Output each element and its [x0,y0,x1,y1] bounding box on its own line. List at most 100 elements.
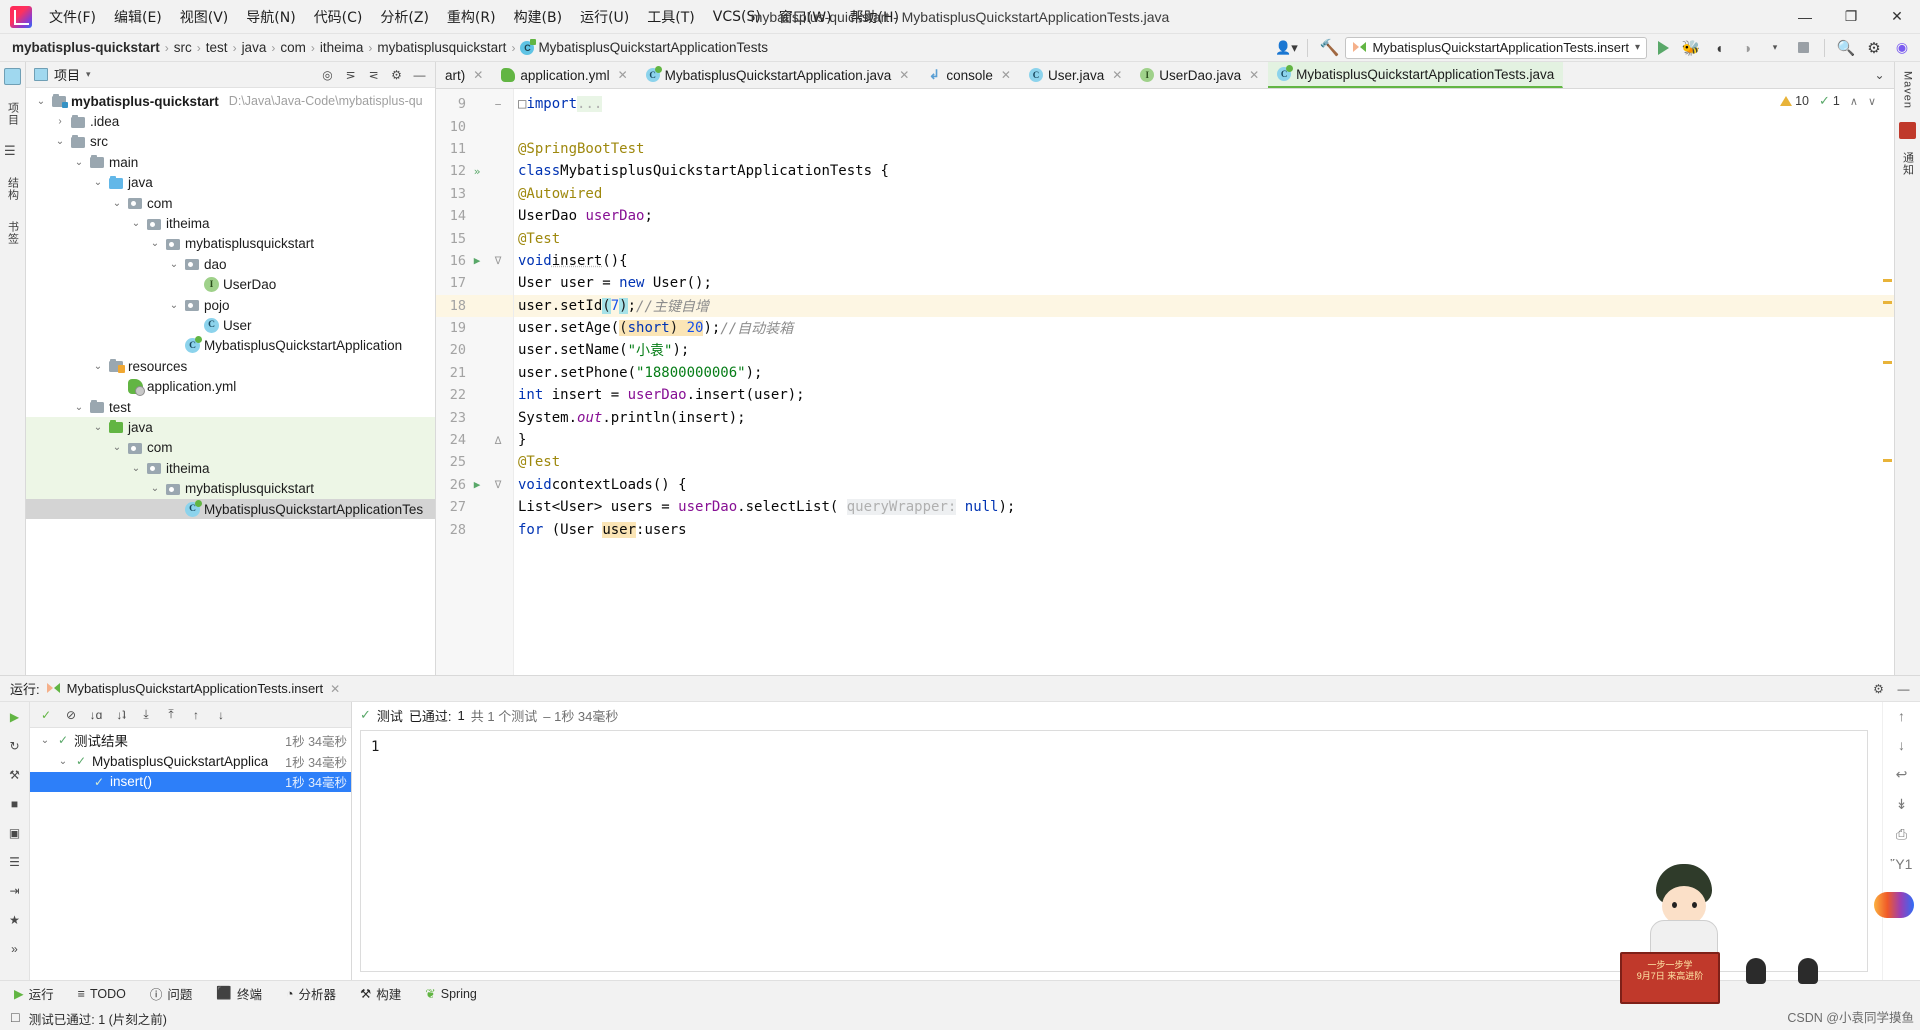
chevron-down-icon[interactable]: ⌄ [72,402,86,413]
test-tree-row[interactable]: ⌄ ✓ 测试结果 1秒 34毫秒 [30,730,351,751]
gutter-line[interactable]: 28 [436,518,513,540]
chevron-down-icon[interactable]: ⌄ [91,422,105,433]
gutter-line[interactable]: 20 [436,339,513,361]
tree-node[interactable]: ⌄ mybatisplusquickstart [26,478,435,499]
code-fold-icon[interactable]: − [488,98,508,111]
tree-node[interactable]: ⌄ pojo [26,295,435,315]
print-icon[interactable]: ⎙ [1896,826,1907,843]
tree-node[interactable]: ⌄ resources [26,356,435,376]
chevron-down-icon[interactable]: ⌄ [110,442,124,453]
editor-tab[interactable]: I UserDao.java ✕ [1131,62,1268,88]
chevron-down-icon[interactable]: ⌄ [129,218,143,229]
warning-count-group[interactable]: 10 [1780,94,1809,108]
tree-node[interactable]: ⌄ dao [26,254,435,274]
export-icon[interactable]: ⇥ [4,881,26,901]
run-pane-config-name[interactable]: MybatisplusQuickstartApplicationTests.in… [67,681,324,696]
breadcrumb-project[interactable]: mybatisplus-quickstart [8,39,164,56]
editor-tab[interactable]: C User.java ✕ [1020,62,1131,88]
rail-label-notifications[interactable]: 通知 [1899,149,1917,179]
console-output[interactable]: 1 [360,730,1868,972]
code-line[interactable]: } [514,429,1894,451]
rerun-icon[interactable]: ▶ [4,707,26,727]
editor-tab[interactable]: C MybatisplusQuickstartApplication.java ✕ [637,62,919,88]
user-icon[interactable]: 👤▾ [1274,37,1298,59]
close-button[interactable]: ✕ [1874,0,1920,34]
code-line[interactable]: @Test [514,451,1894,473]
gutter-line[interactable]: 18 [436,294,513,317]
chevron-down-icon[interactable]: ⌄ [167,300,181,311]
sort-duration-icon[interactable]: ↓ʇ [110,705,132,725]
gutter-line[interactable]: 9− [436,93,513,115]
code-line[interactable]: List<User> users = userDao .selectList( q… [514,496,1894,518]
gutter-line[interactable]: 23 [436,406,513,428]
gutter-line[interactable]: 10 [436,115,513,137]
pane-settings-icon[interactable]: ⚙ [386,65,407,85]
stop-icon[interactable]: ■ [4,794,26,814]
search-everywhere-icon[interactable]: 🔍 [1834,37,1858,59]
menu-analyze[interactable]: 分析(Z) [371,3,438,31]
chevron-down-icon[interactable]: ⌄ [56,756,70,767]
menu-navigate[interactable]: 导航(N) [237,3,304,31]
bottom-tab-分析器[interactable]: ◔ 分析器 [282,982,340,1005]
rail-label-bookmarks[interactable]: 书签 [4,218,22,248]
menu-refactor[interactable]: 重构(R) [438,3,505,31]
tree-node[interactable]: · application.yml [26,376,435,397]
test-tree-row[interactable]: ⌄ ✓ MybatisplusQuickstartApplica 1秒 34毫秒 [30,751,351,772]
marker-stripe-warning[interactable] [1883,361,1892,364]
run-test-gutter-icon[interactable]: ▶ [466,254,488,267]
next-test-icon[interactable]: ↓ [210,705,232,725]
rerun-failed-icon[interactable]: ↻ [4,736,26,756]
scroll-to-end-icon[interactable]: ↡ [1896,796,1908,813]
inspection-widget[interactable]: 10 ✓ 1 ∧ ∨ [1780,93,1876,109]
gutter-line[interactable]: 13 [436,183,513,205]
code-line[interactable]: UserDao userDao; [514,205,1894,227]
hide-pane-icon[interactable]: — [409,65,430,85]
close-tab-icon[interactable]: ✕ [1249,68,1259,82]
code-fold-icon[interactable]: ∇ [488,478,508,491]
locate-file-icon[interactable]: ◎ [317,65,338,85]
wrench-icon[interactable]: ⚒ [4,765,26,785]
breadcrumb-src[interactable]: src [170,39,196,56]
menu-view[interactable]: 视图(V) [171,3,238,31]
chevron-down-icon[interactable]: ⌄ [38,735,52,746]
tree-node[interactable]: · IUserDao [26,275,435,295]
code-line[interactable]: user.setPhone("18800000006"); [514,362,1894,384]
code-editor[interactable]: 9−10 11 12» 13 14 15 16 ▶ ∇ 17 18 19 20 21 22 23 24 ∆ 25 26… [436,89,1894,675]
code-fold-icon[interactable]: ∆ [488,434,508,447]
chevron-right-icon[interactable]: › [53,116,67,127]
chevron-down-icon[interactable]: ⌄ [148,483,162,494]
editor-code[interactable]: □ import ... @SpringBootTest class Mybatisp… [514,89,1894,675]
breadcrumb-com[interactable]: com [276,39,310,56]
bottom-tab-运行[interactable]: ▶ 运行 [10,982,58,1005]
gutter-line[interactable]: 17 [436,272,513,294]
code-line[interactable]: user.setId(7);//主键自增 [514,294,1894,317]
menu-file[interactable]: 文件(F) [40,3,105,31]
tree-node[interactable]: · CMybatisplusQuickstartApplicationTes [26,498,435,520]
event-log-icon[interactable]: ☐ [10,1011,21,1025]
marker-stripe-warning[interactable] [1883,301,1892,304]
expand-all-icon[interactable]: ⤓ [135,705,157,725]
debug-icon[interactable]: 🐝 [1679,37,1703,59]
rail-label-project[interactable]: 项目 [4,99,22,129]
bottom-tab-构建[interactable]: ⚒ 构建 [356,982,405,1005]
run-configuration-selector[interactable]: MybatisplusQuickstartApplicationTests.in… [1345,36,1647,59]
editor-tab[interactable]: ↲ console ✕ [918,62,1020,88]
project-pane-title-group[interactable]: 项目 ▾ [34,65,91,84]
breadcrumb-test[interactable]: test [202,39,232,56]
gutter-line[interactable]: 27 [436,496,513,518]
editor-gutter[interactable]: 9−10 11 12» 13 14 15 16 ▶ ∇ 17 18 19 20 21 22 23 24 ∆ 25 26… [436,89,514,675]
code-line[interactable]: void insert(){ [514,250,1894,272]
maven-icon[interactable] [1899,122,1916,140]
chevron-up-icon[interactable]: ∧ [1850,95,1858,108]
tree-node[interactable]: ⌄ itheima [26,458,435,479]
chevron-down-icon[interactable]: ⌄ [148,238,162,249]
tree-node[interactable]: ⌄ com [26,437,435,459]
structure-icon[interactable]: ☰ [4,143,21,160]
pin-icon[interactable]: ★ [4,910,26,930]
gutter-line[interactable]: 24 ∆ [436,429,513,451]
editor-tab-list-icon[interactable]: ⌄ [1869,65,1890,85]
menu-build[interactable]: 构建(B) [505,3,572,31]
code-line[interactable]: □ import ... [514,93,1894,115]
build-hammer-icon[interactable]: 🔨 [1317,37,1341,59]
menu-run[interactable]: 运行(U) [571,3,638,31]
